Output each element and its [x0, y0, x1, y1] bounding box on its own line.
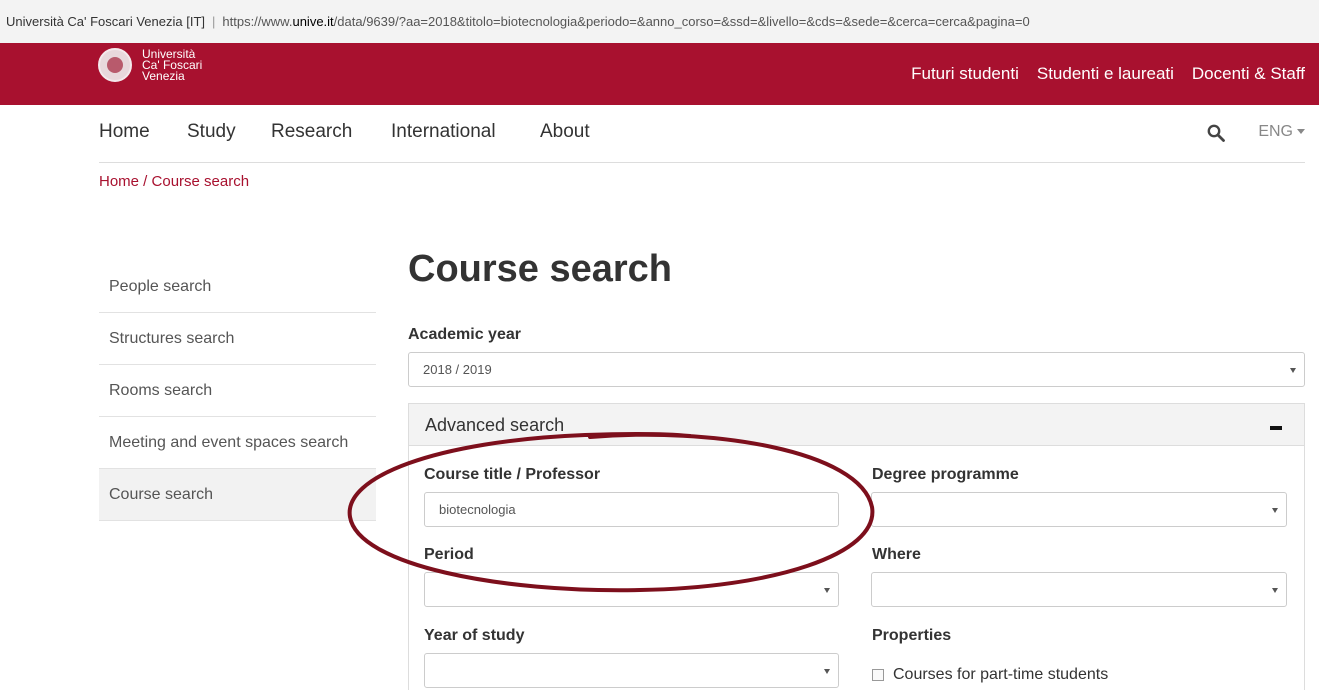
url-domain: unive.it — [292, 14, 334, 29]
part-time-option[interactable]: Courses for part-time students — [872, 666, 1108, 684]
part-time-label: Courses for part-time students — [893, 666, 1109, 683]
search-icon[interactable] — [1207, 124, 1225, 142]
caret-down-icon — [1297, 129, 1305, 135]
nav-home[interactable]: Home — [99, 121, 150, 143]
logo-line-3: Venezia — [142, 68, 185, 83]
nav-about[interactable]: About — [540, 121, 590, 143]
url-path: /data/9639/?aa=2018&titolo=biotecnologia… — [333, 14, 1030, 29]
year-of-study-label: Year of study — [424, 627, 525, 644]
university-logo[interactable]: Università Ca' Foscari Venezia — [98, 48, 202, 82]
course-title-value: biotecnologia — [439, 502, 516, 517]
side-item-rooms-search[interactable]: Rooms search — [99, 365, 376, 417]
page-title: Course search — [408, 248, 673, 290]
where-select[interactable] — [871, 572, 1287, 607]
url-prefix: https://www. — [222, 14, 293, 29]
chevron-down-icon — [824, 669, 830, 674]
advanced-search-panel: Advanced search — [408, 403, 1305, 690]
side-item-course-search[interactable]: Course search — [99, 469, 376, 521]
degree-programme-select[interactable] — [871, 492, 1287, 527]
course-title-label: Course title / Professor — [424, 466, 601, 483]
link-studenti-laureati[interactable]: Studenti e laureati — [1037, 64, 1174, 84]
side-item-structures-search[interactable]: Structures search — [99, 313, 376, 365]
brand-header: Università Ca' Foscari Venezia Futuri st… — [0, 43, 1319, 105]
nav-study[interactable]: Study — [187, 121, 236, 143]
period-select[interactable] — [424, 572, 839, 607]
period-label: Period — [424, 546, 474, 563]
url-text[interactable]: https://www.unive.it/data/9639/?aa=2018&… — [222, 14, 1029, 29]
where-label: Where — [872, 546, 921, 563]
chevron-down-icon — [1272, 588, 1278, 593]
advanced-search-header[interactable]: Advanced search — [409, 404, 1304, 446]
chevron-down-icon — [1290, 368, 1296, 373]
course-title-input[interactable]: biotecnologia — [424, 492, 839, 527]
audience-links: Futuri studenti Studenti e laureati Doce… — [911, 43, 1319, 105]
seal-icon — [98, 48, 132, 82]
academic-year-select[interactable]: 2018 / 2019 — [408, 352, 1305, 387]
main-navigation: Home Study Research International About … — [99, 105, 1305, 163]
breadcrumb[interactable]: Home / Course search — [99, 173, 249, 190]
year-of-study-select[interactable] — [424, 653, 839, 688]
address-bar[interactable]: Università Ca' Foscari Venezia [IT] | ht… — [0, 0, 1319, 43]
academic-year-value: 2018 / 2019 — [423, 362, 492, 377]
side-item-people-search[interactable]: People search — [99, 261, 376, 313]
link-futuri-studenti[interactable]: Futuri studenti — [911, 64, 1019, 84]
link-docenti-staff[interactable]: Docenti & Staff — [1192, 64, 1305, 84]
nav-international[interactable]: International — [391, 121, 496, 143]
part-time-checkbox[interactable] — [872, 669, 884, 681]
advanced-search-title: Advanced search — [425, 415, 565, 435]
language-selector[interactable]: ENG — [1258, 123, 1305, 141]
side-menu: People search Structures search Rooms se… — [99, 261, 376, 521]
site-identity: Università Ca' Foscari Venezia [IT] — [6, 14, 205, 29]
logo-text: Università Ca' Foscari Venezia — [142, 48, 202, 83]
address-separator: | — [212, 14, 216, 29]
collapse-icon[interactable] — [1270, 426, 1282, 430]
degree-programme-label: Degree programme — [872, 466, 1019, 483]
academic-year-label: Academic year — [408, 326, 521, 343]
chevron-down-icon — [1272, 508, 1278, 513]
side-item-meeting-spaces-search[interactable]: Meeting and event spaces search — [99, 417, 376, 469]
nav-research[interactable]: Research — [271, 121, 352, 143]
properties-label: Properties — [872, 627, 952, 644]
language-label: ENG — [1258, 123, 1293, 140]
chevron-down-icon — [824, 588, 830, 593]
